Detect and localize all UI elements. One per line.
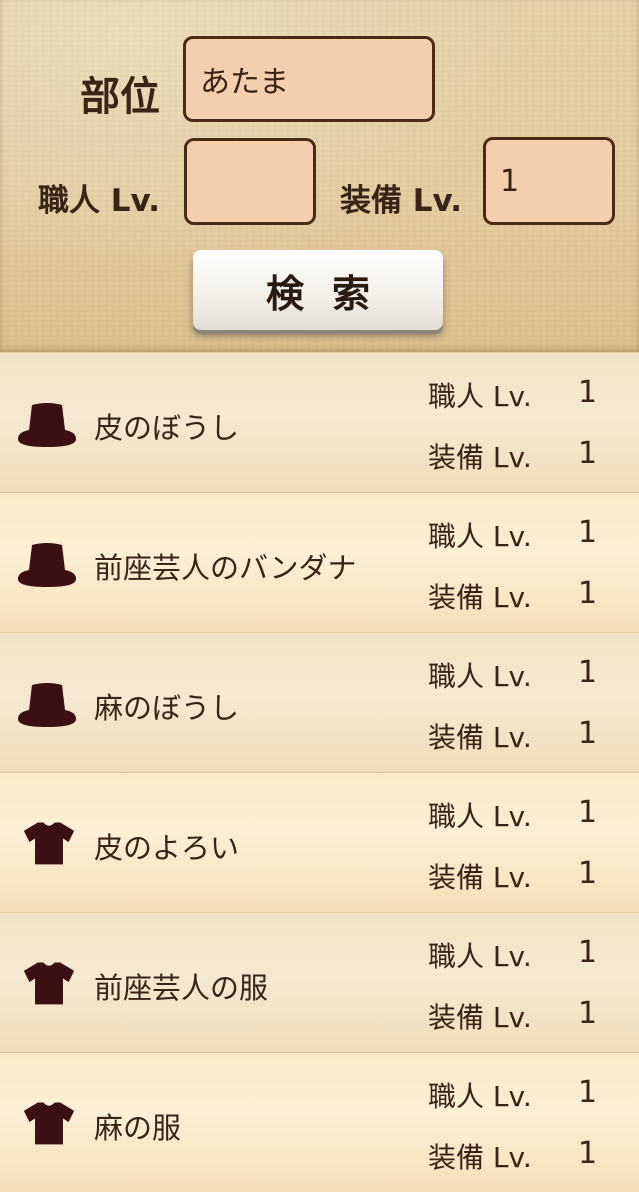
list-item[interactable]: 前座芸人のバンダナ 職人 Lv. 1 装備 Lv. 1	[0, 492, 639, 632]
crafter-level-stat-value: 1	[578, 375, 598, 410]
shirt-icon	[23, 1102, 75, 1145]
equip-level-stat-value: 1	[578, 436, 598, 471]
equip-level-stat: 装備 Lv. 1	[428, 996, 597, 1036]
crafter-level-field[interactable]	[184, 138, 316, 225]
item-name: 麻の服	[94, 1111, 182, 1145]
part-label: 部位	[80, 74, 160, 120]
equip-level-stat-label: 装備 Lv.	[428, 581, 532, 614]
crafter-level-stat-value: 1	[578, 655, 598, 690]
crafter-level-label: 職人 Lv.	[38, 183, 161, 219]
search-button[interactable]: 検索	[193, 250, 443, 330]
crafter-level-stat-label: 職人 Lv.	[428, 1080, 532, 1113]
item-name: 前座芸人の服	[94, 971, 269, 1005]
crafter-level-stat: 職人 Lv. 1	[428, 655, 597, 695]
crafter-level-stat-label: 職人 Lv.	[428, 940, 532, 973]
equip-level-stat: 装備 Lv. 1	[428, 576, 597, 616]
crafter-level-stat: 職人 Lv. 1	[428, 375, 597, 415]
crafter-level-stat-label: 職人 Lv.	[428, 800, 532, 833]
result-list: 皮のぼうし 職人 Lv. 1 装備 Lv. 1 前座芸人のバンダナ 職人 Lv.…	[0, 352, 639, 1192]
crafter-level-stat: 職人 Lv. 1	[428, 1075, 597, 1115]
shirt-icon	[23, 962, 75, 1005]
crafter-level-stat: 職人 Lv. 1	[428, 935, 597, 975]
equip-level-stat-value: 1	[578, 856, 598, 891]
equip-level-stat-value: 1	[578, 1136, 598, 1171]
hat-icon	[18, 683, 76, 727]
list-item[interactable]: 皮のぼうし 職人 Lv. 1 装備 Lv. 1	[0, 352, 639, 492]
equip-level-stat-value: 1	[578, 996, 598, 1031]
item-name: 皮のぼうし	[94, 411, 240, 445]
equip-level-stat-label: 装備 Lv.	[428, 1001, 532, 1034]
equip-level-stat-value: 1	[578, 576, 598, 611]
list-item[interactable]: 皮のよろい 職人 Lv. 1 装備 Lv. 1	[0, 772, 639, 912]
crafter-level-stat-value: 1	[578, 515, 598, 550]
search-panel: 部位 あたま 職人 Lv. 装備 Lv. 1 検索	[0, 0, 639, 352]
crafter-level-stat: 職人 Lv. 1	[428, 515, 597, 555]
equip-level-stat-label: 装備 Lv.	[428, 1141, 532, 1174]
item-name: 前座芸人のバンダナ	[94, 551, 357, 585]
crafter-level-stat-label: 職人 Lv.	[428, 520, 532, 553]
list-item[interactable]: 麻の服 職人 Lv. 1 装備 Lv. 1	[0, 1052, 639, 1192]
equip-level-stat-label: 装備 Lv.	[428, 441, 532, 474]
crafter-level-stat-label: 職人 Lv.	[428, 660, 532, 693]
equip-level-stat-label: 装備 Lv.	[428, 721, 532, 754]
shirt-icon	[23, 822, 75, 865]
equip-level-stat: 装備 Lv. 1	[428, 716, 597, 756]
crafter-level-stat-value: 1	[578, 795, 598, 830]
crafter-level-stat-value: 1	[578, 1075, 598, 1110]
hat-icon	[18, 403, 76, 447]
item-name: 皮のよろい	[94, 831, 240, 865]
crafter-level-stat-label: 職人 Lv.	[428, 380, 532, 413]
equip-level-stat-label: 装備 Lv.	[428, 861, 532, 894]
list-item[interactable]: 麻のぼうし 職人 Lv. 1 装備 Lv. 1	[0, 632, 639, 772]
crafter-level-stat-value: 1	[578, 935, 598, 970]
equip-level-stat: 装備 Lv. 1	[428, 856, 597, 896]
crafter-level-stat: 職人 Lv. 1	[428, 795, 597, 835]
hat-icon	[18, 543, 76, 587]
part-field[interactable]: あたま	[183, 36, 435, 122]
equip-level-field[interactable]: 1	[483, 137, 615, 225]
list-item[interactable]: 前座芸人の服 職人 Lv. 1 装備 Lv. 1	[0, 912, 639, 1052]
equip-level-stat-value: 1	[578, 716, 598, 751]
equip-level-label: 装備 Lv.	[340, 183, 463, 219]
equip-level-stat: 装備 Lv. 1	[428, 1136, 597, 1176]
item-name: 麻のぼうし	[94, 691, 240, 725]
equip-level-stat: 装備 Lv. 1	[428, 436, 597, 476]
